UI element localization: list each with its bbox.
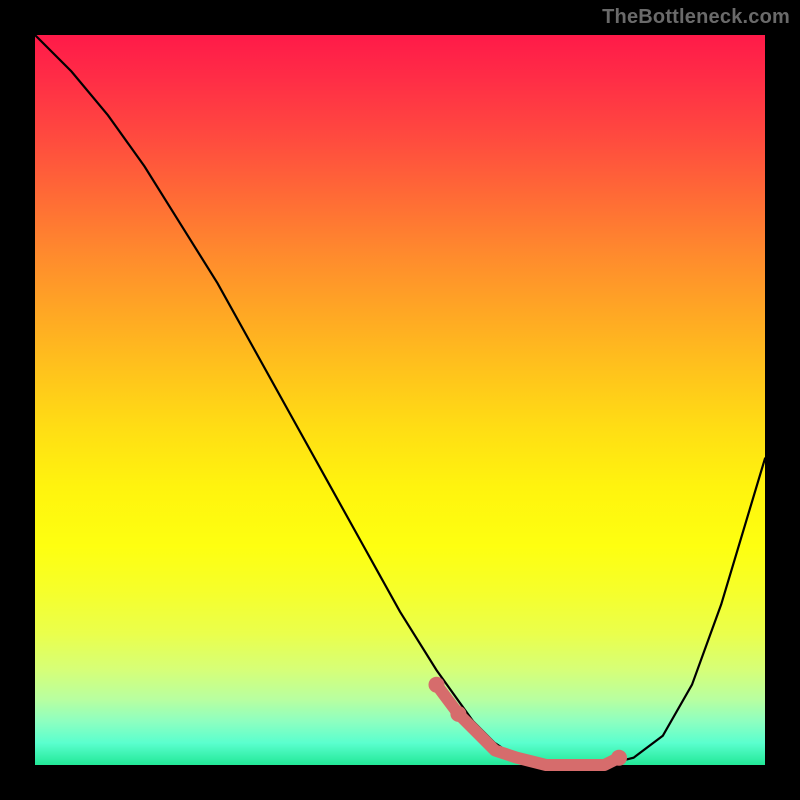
watermark-text: TheBottleneck.com xyxy=(602,6,790,29)
highlight-dot xyxy=(450,706,466,722)
bottleneck-curve xyxy=(35,35,765,765)
highlight-dot xyxy=(429,677,445,693)
highlight-dot xyxy=(611,750,627,766)
chart-svg xyxy=(0,0,800,800)
chart-layer xyxy=(35,35,765,766)
chart-frame: TheBottleneck.com xyxy=(0,0,800,800)
highlight-dots xyxy=(429,677,628,766)
highlight-segment xyxy=(437,685,620,765)
